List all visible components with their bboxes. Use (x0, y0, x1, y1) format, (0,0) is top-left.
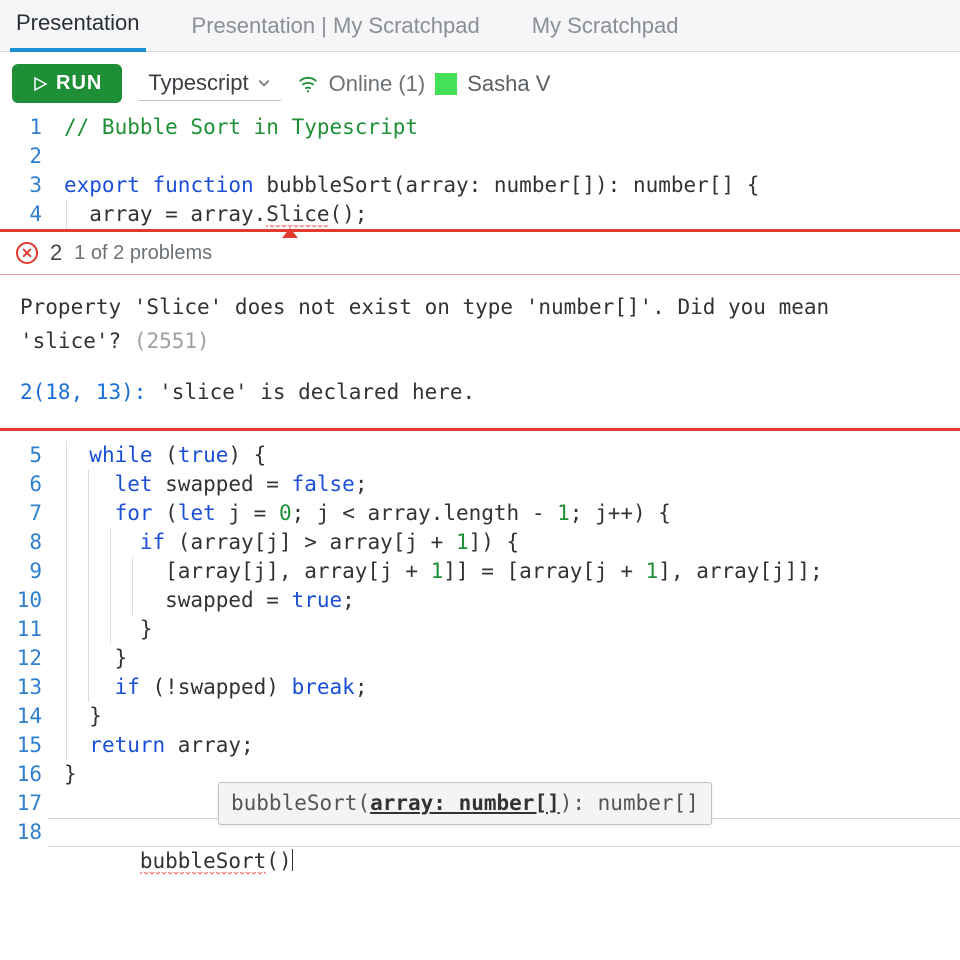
user-color-swatch (435, 73, 457, 95)
problems-summary: 1 of 2 problems (74, 242, 212, 265)
gutter: 2 (0, 142, 56, 171)
code-text: swapped = true; (56, 586, 960, 615)
gutter: 3 (0, 171, 56, 200)
gutter: 6 (0, 470, 56, 499)
code-text: bubbleSort() (56, 818, 960, 934)
toolbar: RUN Typescript Online (1) Sasha V (0, 52, 960, 113)
gutter: 9 (0, 557, 56, 586)
code-text: [array[j], array[j + 1]] = [array[j + 1]… (56, 557, 960, 586)
code-text: if (array[j] > array[j + 1]) { (56, 528, 960, 557)
language-label: Typescript (148, 70, 248, 96)
presence-text: Online (1) (329, 71, 426, 97)
gutter: 4 (0, 200, 56, 229)
error-related[interactable]: 2(18, 13): 'slice' is declared here. (20, 376, 940, 410)
problems-header[interactable]: ✕ 2 1 of 2 problems (0, 229, 960, 275)
error-icon[interactable]: ✕ (16, 242, 38, 264)
code-text: for (let j = 0; j < array.length - 1; j+… (56, 499, 960, 528)
code-text: // Bubble Sort in Typescript (64, 115, 418, 139)
code-text: } (56, 615, 960, 644)
gutter: 13 (0, 673, 56, 702)
gutter: 7 (0, 499, 56, 528)
tab-bar: Presentation Presentation | My Scratchpa… (0, 0, 960, 52)
language-selector[interactable]: Typescript (138, 66, 280, 101)
code-text: } (56, 644, 960, 673)
text-cursor (292, 849, 294, 871)
gutter: 8 (0, 528, 56, 557)
code-text: } (56, 702, 960, 731)
gutter: 1 (0, 113, 56, 142)
code-text: export function bubbleSort(array: number… (56, 171, 960, 200)
user-name: Sasha V (467, 71, 550, 97)
code-text: array = array.Slice(); (56, 200, 960, 229)
code-text: if (!swapped) break; (56, 673, 960, 702)
code-editor[interactable]: 5 while (true) { 6 let swapped = false; … (0, 431, 960, 934)
gutter: 5 (0, 441, 56, 470)
error-message: Property 'Slice' does not exist on type … (20, 291, 940, 358)
error-count: 2 (50, 240, 62, 266)
tab-my-scratchpad[interactable]: My Scratchpad (526, 3, 685, 51)
run-label: RUN (56, 72, 102, 95)
gutter: 12 (0, 644, 56, 673)
code-text (56, 142, 960, 171)
chevron-down-icon (257, 76, 271, 90)
gutter: 14 (0, 702, 56, 731)
gutter: 16 (0, 760, 56, 789)
run-button[interactable]: RUN (12, 64, 122, 103)
wifi-icon (297, 73, 319, 95)
gutter: 18 (0, 818, 56, 934)
presence-indicator: Online (1) Sasha V (297, 71, 551, 97)
tab-presentation[interactable]: Presentation (10, 0, 146, 52)
gutter: 17 (0, 789, 56, 818)
problems-body: Property 'Slice' does not exist on type … (0, 275, 960, 431)
gutter: 15 (0, 731, 56, 760)
tab-presentation-scratchpad[interactable]: Presentation | My Scratchpad (186, 3, 486, 51)
code-text: let swapped = false; (56, 470, 960, 499)
code-text: while (true) { (56, 441, 960, 470)
gutter: 10 (0, 586, 56, 615)
code-editor[interactable]: 1 // Bubble Sort in Typescript 2 3export … (0, 113, 960, 229)
gutter: 11 (0, 615, 56, 644)
play-icon (32, 76, 48, 92)
code-text: return array; (56, 731, 960, 760)
signature-hint: bubbleSort(array: number[]): number[] (218, 782, 712, 825)
